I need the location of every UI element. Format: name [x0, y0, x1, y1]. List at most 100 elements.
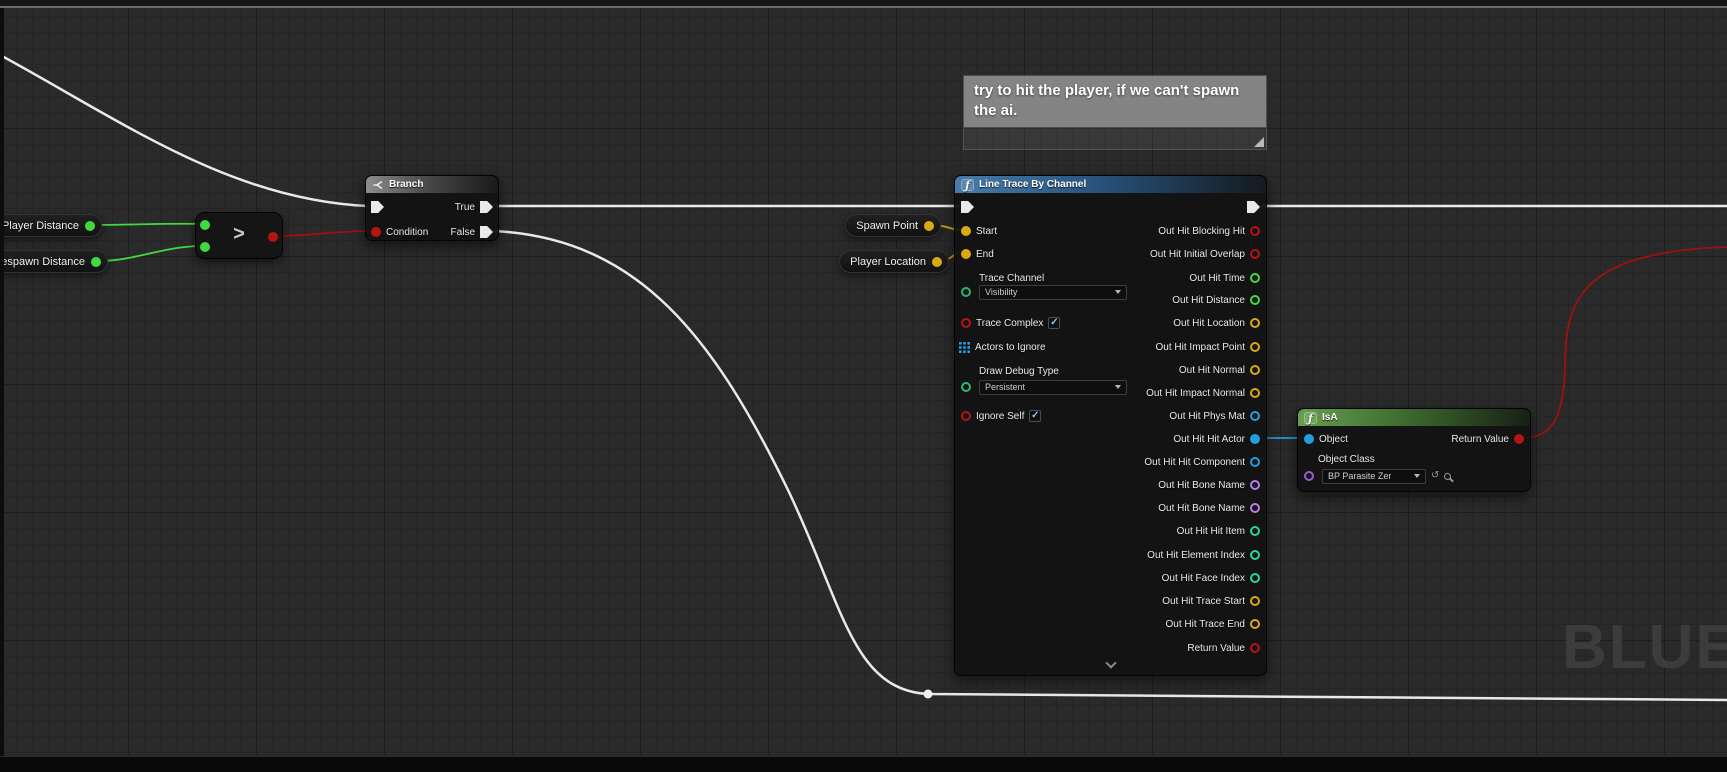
- draw-debug-type-pin[interactable]: [961, 382, 971, 392]
- true-exec-pin[interactable]: [480, 201, 493, 213]
- array-pin-icon[interactable]: [959, 341, 970, 353]
- return-value-pin[interactable]: [1250, 643, 1260, 653]
- pin-label: Out Hit Bone Name: [1158, 502, 1245, 514]
- out-hit-location-pin[interactable]: [1250, 318, 1260, 328]
- comment-text[interactable]: try to hit the player, if we can't spawn…: [963, 75, 1267, 128]
- end-input-row: End: [961, 246, 994, 262]
- out-hit-normal-pin[interactable]: [1250, 365, 1260, 375]
- out-hit-face-index-pin[interactable]: [1250, 573, 1260, 583]
- node-player-location[interactable]: Player Location: [839, 250, 949, 273]
- output-row-out-hit-hit-item: Out Hit Hit Item: [1177, 523, 1260, 539]
- node-branch[interactable]: Branch True Condition False: [365, 175, 499, 241]
- compare-input-b-pin[interactable]: [200, 242, 210, 252]
- comment-body: [963, 128, 1267, 150]
- trace-channel-dropdown[interactable]: Visibility: [979, 284, 1127, 300]
- false-exec-pin[interactable]: [480, 226, 493, 238]
- output-row-out-hit-time: Out Hit Time: [1189, 270, 1260, 286]
- compare-output-pin[interactable]: [268, 232, 278, 242]
- draw-debug-type-dropdown[interactable]: Persistent: [979, 379, 1127, 395]
- out-hit-hit-item-pin[interactable]: [1250, 526, 1260, 536]
- chevron-down-icon: [1115, 290, 1121, 294]
- object-class-pin[interactable]: [1304, 471, 1314, 481]
- out-hit-time-pin[interactable]: [1250, 273, 1260, 283]
- pin-label: Out Hit Blocking Hit: [1158, 225, 1245, 237]
- line-trace-header: Line Trace By Channel: [955, 176, 1266, 193]
- out-hit-element-index-pin[interactable]: [1250, 550, 1260, 560]
- comment-node[interactable]: try to hit the player, if we can't spawn…: [963, 75, 1267, 150]
- node-spawn-point[interactable]: Spawn Point: [845, 214, 941, 237]
- respawn-distance-output-pin[interactable]: [91, 256, 101, 267]
- top-window-edge: [0, 0, 1727, 8]
- pin-label: Out Hit Distance: [1172, 294, 1245, 306]
- output-row-out-hit-blocking-hit: Out Hit Blocking Hit: [1158, 223, 1260, 239]
- use-selected-icon[interactable]: ↺: [1431, 471, 1439, 481]
- variable-label: Spawn Point: [856, 219, 918, 232]
- player-location-output-pin[interactable]: [932, 256, 942, 267]
- end-pin[interactable]: [961, 249, 971, 259]
- variable-label: Player Distance: [1, 219, 79, 232]
- return-value-pin[interactable]: [1514, 434, 1524, 444]
- node-player-distance[interactable]: Player Distance: [0, 214, 102, 237]
- output-row-out-hit-distance: Out Hit Distance: [1172, 292, 1260, 308]
- out-hit-impact-point-pin[interactable]: [1250, 342, 1260, 352]
- out-hit-distance-pin[interactable]: [1250, 295, 1260, 305]
- pin-label: Trace Complex: [976, 317, 1044, 329]
- node-isa[interactable]: IsA Object Return Value Object Class BP …: [1297, 408, 1531, 492]
- pin-label: Actors to Ignore: [975, 341, 1046, 353]
- collapse-chevron-icon[interactable]: [1104, 657, 1117, 669]
- variable-label: Respawn Distance: [0, 255, 85, 268]
- exec-in-pin[interactable]: [961, 201, 974, 213]
- out-hit-bone-name-pin[interactable]: [1250, 503, 1260, 513]
- trace-channel-pin[interactable]: [961, 287, 971, 297]
- pin-label: Object: [1319, 433, 1348, 445]
- compare-input-a-pin[interactable]: [200, 220, 210, 230]
- condition-pin[interactable]: [371, 227, 381, 237]
- trace-complex-row: Trace Complex: [961, 315, 1061, 331]
- pin-label: Out Hit Location: [1173, 317, 1245, 329]
- pin-label: Out Hit Initial Overlap: [1149, 248, 1245, 260]
- comment-resize-grip[interactable]: [1254, 137, 1264, 147]
- out-hit-blocking-hit-pin[interactable]: [1250, 226, 1260, 236]
- node-respawn-distance[interactable]: Respawn Distance: [0, 250, 108, 273]
- object-class-dropdown[interactable]: BP Parasite Zer: [1322, 468, 1426, 484]
- collapse-row: [955, 657, 1266, 669]
- pin-label: Draw Debug Type: [979, 365, 1059, 377]
- start-pin[interactable]: [961, 226, 971, 236]
- out-hit-trace-start-pin[interactable]: [1250, 596, 1260, 606]
- ignore-self-row: Ignore Self: [961, 408, 1042, 424]
- actors-to-ignore-row: Actors to Ignore: [959, 339, 1046, 355]
- output-row-out-hit-hit-component: Out Hit Hit Component: [1144, 454, 1260, 470]
- pin-label: Condition: [386, 226, 429, 238]
- trace-complex-checkbox[interactable]: [1048, 317, 1061, 329]
- player-distance-output-pin[interactable]: [85, 220, 95, 231]
- blueprint-editor: BLUEP try to hit the player, if we can't…: [0, 0, 1727, 772]
- out-hit-trace-end-pin[interactable]: [1250, 619, 1260, 629]
- out-hit-hit-component-pin[interactable]: [1250, 457, 1260, 467]
- node-line-trace-by-channel[interactable]: Line Trace By Channel Start End Trace Ch…: [954, 175, 1267, 676]
- isa-return-row: Return Value: [1451, 431, 1524, 447]
- output-row-out-hit-impact-normal: Out Hit Impact Normal: [1146, 385, 1260, 401]
- function-icon: [961, 178, 974, 191]
- pin-label: False: [450, 226, 475, 238]
- draw-debug-type-value-row: Persistent: [961, 379, 1127, 395]
- ignore-self-checkbox[interactable]: [1029, 410, 1042, 422]
- exec-out-pin[interactable]: [1247, 201, 1260, 213]
- out-hit-initial-overlap-pin[interactable]: [1250, 249, 1260, 259]
- node-greater-than[interactable]: >: [195, 212, 283, 259]
- output-row-out-hit-initial-overlap: Out Hit Initial Overlap: [1150, 246, 1260, 262]
- browse-icon[interactable]: [1444, 472, 1452, 480]
- blueprint-canvas[interactable]: [0, 0, 1727, 772]
- pin-label: Out Hit Hit Item: [1176, 525, 1245, 537]
- trace-complex-pin[interactable]: [961, 318, 971, 328]
- ignore-self-pin[interactable]: [961, 411, 971, 421]
- out-hit-phys-mat-pin[interactable]: [1250, 411, 1260, 421]
- spawn-point-output-pin[interactable]: [924, 220, 934, 231]
- object-pin[interactable]: [1304, 434, 1314, 444]
- exec-in-pin[interactable]: [371, 201, 384, 213]
- pin-label: Out Hit Impact Point: [1155, 341, 1245, 353]
- branch-header: Branch: [366, 176, 498, 193]
- out-hit-bone-name-pin[interactable]: [1250, 480, 1260, 490]
- out-hit-hit-actor-pin[interactable]: [1250, 434, 1260, 444]
- out-hit-impact-normal-pin[interactable]: [1250, 388, 1260, 398]
- output-row-return-value: Return Value: [1187, 640, 1260, 656]
